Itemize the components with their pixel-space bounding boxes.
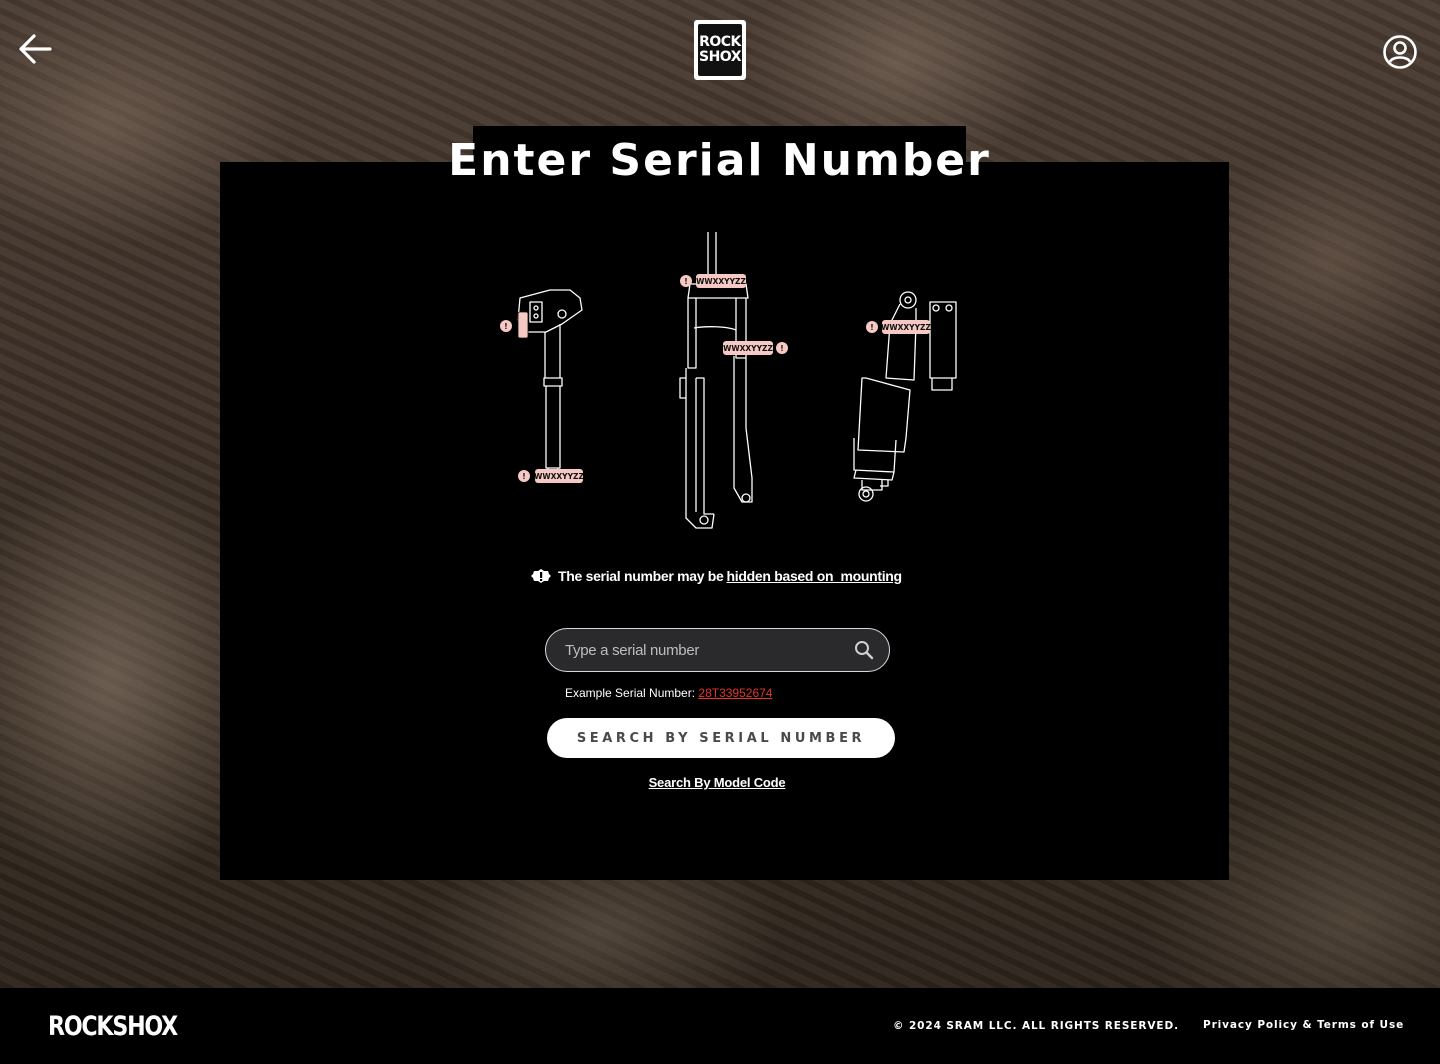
logo-line-2: SHOX (699, 49, 742, 65)
user-circle-icon (1383, 35, 1417, 69)
alert-badge-icon (531, 569, 551, 583)
serial-tag-text: WWXXYYZZ (696, 277, 746, 286)
title-box: Enter Serial Number (448, 126, 989, 194)
tag-dropper-top: ! (500, 311, 529, 339)
example-serial-link[interactable]: 28T33952674 (698, 686, 772, 700)
tag-fork-mid: WWXXYYZZ ! (723, 341, 788, 355)
tag-shock: ! WWXXYYZZ (866, 320, 931, 334)
component-illustration: ! ! WWXXYYZZ ! WWXXYYZZ WWXXYYZZ ! ! WWX… (500, 232, 957, 529)
search-by-model-code-link[interactable]: Search By Model Code (620, 775, 814, 790)
svg-text:!: ! (684, 277, 687, 286)
example-label: Example Serial Number: (565, 686, 699, 700)
serial-tag-text: WWXXYYZZ (723, 344, 773, 353)
search-icon[interactable] (853, 639, 875, 661)
example-serial: Example Serial Number: 28T33952674 (565, 686, 772, 702)
serial-search-box (545, 628, 890, 672)
serial-hint: The serial number may be hidden based on… (530, 566, 910, 586)
top-bar: ROCK SHOX (0, 0, 1440, 100)
tag-dropper-bottom: ! WWXXYYZZ (518, 469, 584, 483)
page-title: Enter Serial Number (448, 134, 991, 186)
arrow-left-icon (19, 34, 52, 64)
mounting-info-link[interactable]: hidden based on mounting (727, 568, 903, 584)
logo-line-1: ROCK (699, 34, 741, 50)
copyright-text: © 2024 SRAM LLC. ALL RIGHTS RESERVED. (893, 1020, 1179, 1032)
serial-tag-text: WWXXYYZZ (881, 323, 931, 332)
logo-mark: ROCK SHOX (698, 24, 742, 76)
privacy-terms-link[interactable]: Privacy Policy & Terms of Use (1203, 1019, 1404, 1031)
back-button[interactable] (16, 30, 54, 68)
hint-text: The serial number may be (558, 568, 724, 584)
rockshox-logo[interactable]: ROCK SHOX (694, 20, 746, 80)
svg-text:!: ! (870, 323, 873, 332)
serial-number-input[interactable] (565, 641, 853, 659)
serial-tag-text: WWXXYYZZ (534, 472, 584, 481)
svg-text:!: ! (780, 344, 783, 353)
footer-logo[interactable]: ROCKSHOX (48, 1011, 178, 1042)
search-by-serial-button[interactable]: SEARCH BY SERIAL NUMBER (547, 718, 895, 758)
account-button[interactable] (1382, 34, 1418, 70)
svg-text:!: ! (504, 322, 507, 331)
svg-text:!: ! (522, 472, 525, 481)
